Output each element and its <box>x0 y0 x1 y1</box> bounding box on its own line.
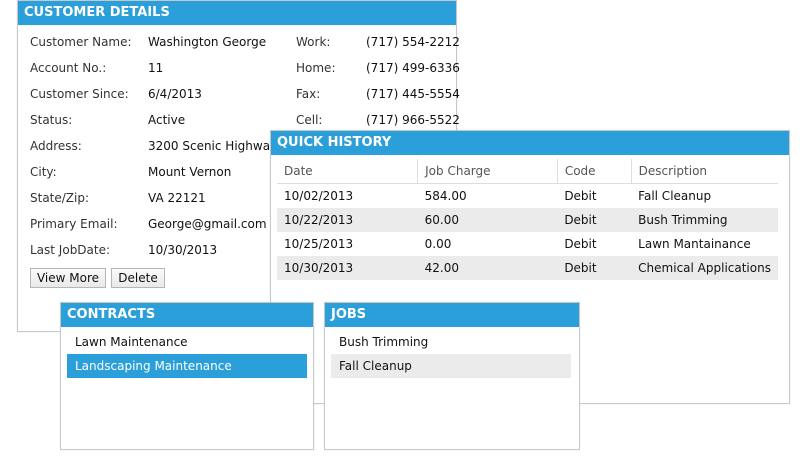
work-phone-label: Work: <box>296 35 331 49</box>
state-zip-value: VA 22121 <box>148 191 206 205</box>
last-job-date-value: 10/30/2013 <box>148 243 218 257</box>
history-header-row: Date Job Charge Code Description <box>277 159 778 184</box>
fax-label: Fax: <box>296 87 321 101</box>
contracts-title: CONTRACTS <box>61 303 313 327</box>
cell-phone-value: (717) 966-5522 <box>366 113 460 127</box>
customer-since-value: 6/4/2013 <box>148 87 202 101</box>
account-no-label: Account No.: <box>30 61 107 75</box>
table-row[interactable]: 10/02/2013 584.00 Debit Fall Cleanup <box>277 184 778 209</box>
table-row[interactable]: 10/25/2013 0.00 Debit Lawn Mantainance <box>277 232 778 256</box>
primary-email-value: George@gmail.com <box>148 217 267 231</box>
cell-job-charge: 60.00 <box>417 208 558 232</box>
cell-code: Debit <box>557 208 632 232</box>
cell-description: Bush Trimming <box>631 208 778 232</box>
table-row[interactable]: 10/22/2013 60.00 Debit Bush Trimming <box>277 208 778 232</box>
cell-code: Debit <box>564 237 597 251</box>
quick-history-title: QUICK HISTORY <box>271 131 789 155</box>
history-table: Date Job Charge Code Description 10/02/2… <box>277 159 778 280</box>
customer-name-value: Washington George <box>148 35 267 49</box>
cell-job-charge: 0.00 <box>424 237 452 251</box>
contract-item-landscaping-maintenance[interactable]: Landscaping Maintenance <box>67 354 307 378</box>
city-label: City: <box>30 165 57 179</box>
cell-code: Debit <box>564 189 597 203</box>
customer-name-label: Customer Name: <box>30 35 132 49</box>
jobs-panel: JOBS Bush Trimming Fall Cleanup <box>324 302 580 450</box>
work-phone-value: (717) 554-2212 <box>366 35 460 49</box>
state-zip-label: State/Zip: <box>30 191 90 205</box>
column-header-description[interactable]: Description <box>631 159 778 184</box>
cell-description: Chemical Applications <box>631 256 778 280</box>
contracts-panel: CONTRACTS Lawn Maintenance Landscaping M… <box>60 302 314 450</box>
job-item-fall-cleanup[interactable]: Fall Cleanup <box>331 354 571 378</box>
cell-description: Lawn Mantainance <box>638 237 751 251</box>
customer-details-title: CUSTOMER DETAILS <box>18 1 456 25</box>
home-phone-value: (717) 499-6336 <box>366 61 460 75</box>
account-no-value: 11 <box>148 61 164 75</box>
city-value: Mount Vernon <box>148 165 232 179</box>
cell-date: 10/22/2013 <box>277 208 418 232</box>
jobs-title: JOBS <box>325 303 579 327</box>
last-job-date-label: Last JobDate: <box>30 243 111 257</box>
customer-since-label: Customer Since: <box>30 87 129 101</box>
contract-item-lawn-maintenance[interactable]: Lawn Maintenance <box>67 330 307 354</box>
cell-date: 10/02/2013 <box>284 189 354 203</box>
table-row[interactable]: 10/30/2013 42.00 Debit Chemical Applicat… <box>277 256 778 280</box>
view-more-button[interactable]: View More <box>30 268 106 288</box>
address-label: Address: <box>30 139 82 153</box>
column-header-date[interactable]: Date <box>277 159 419 184</box>
address-value: 3200 Scenic Highway <box>148 139 278 153</box>
status-value: Active <box>148 113 186 127</box>
home-phone-label: Home: <box>296 61 336 75</box>
cell-phone-label: Cell: <box>296 113 323 127</box>
column-header-code[interactable]: Code <box>557 159 632 184</box>
cell-job-charge: 42.00 <box>417 256 558 280</box>
status-label: Status: <box>30 113 73 127</box>
job-item-bush-trimming[interactable]: Bush Trimming <box>331 330 571 354</box>
cell-code: Debit <box>557 256 632 280</box>
cell-date: 10/25/2013 <box>284 237 354 251</box>
cell-description: Fall Cleanup <box>638 189 712 203</box>
delete-button[interactable]: Delete <box>111 268 165 288</box>
fax-value: (717) 445-5554 <box>366 87 460 101</box>
primary-email-label: Primary Email: <box>30 217 118 231</box>
column-header-job-charge[interactable]: Job Charge <box>417 159 558 184</box>
customer-name-row: Customer Name: <box>30 33 132 51</box>
cell-job-charge: 584.00 <box>424 189 467 203</box>
cell-date: 10/30/2013 <box>277 256 418 280</box>
